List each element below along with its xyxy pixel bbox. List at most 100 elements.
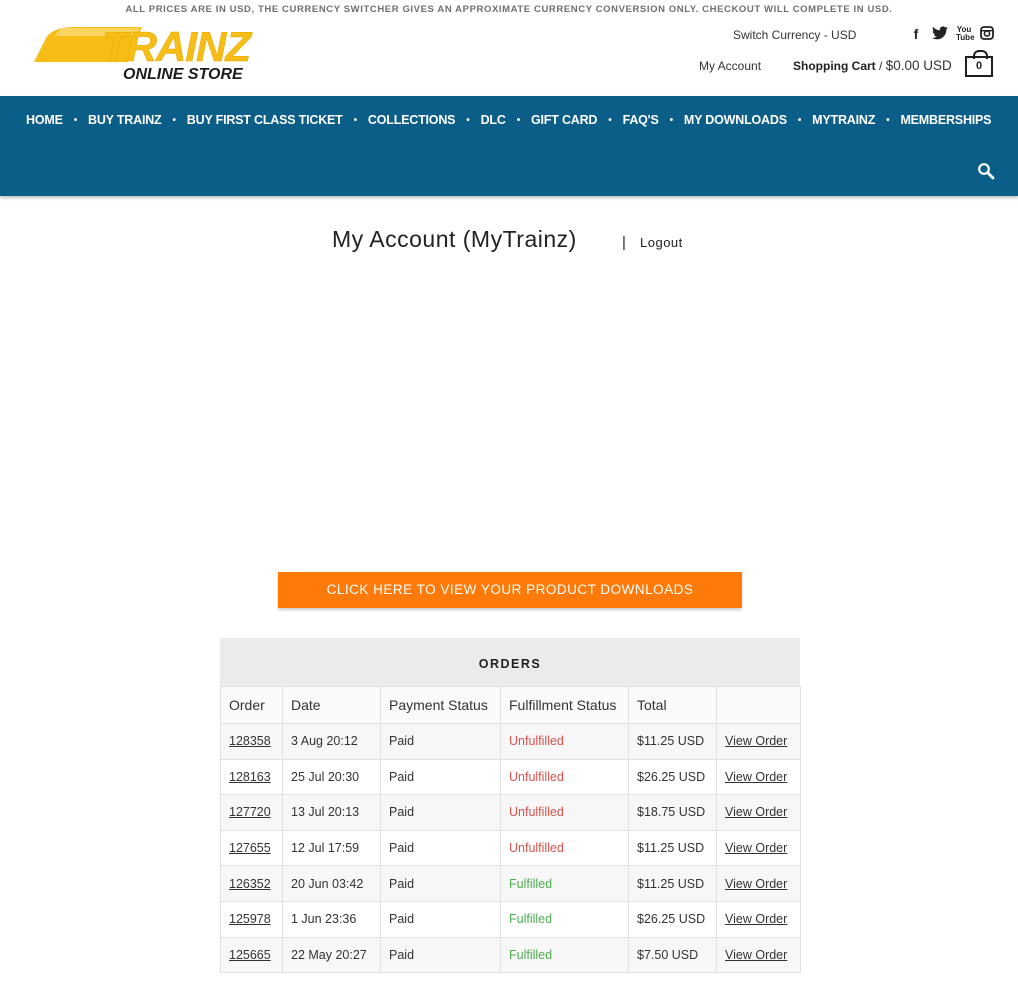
order-date: 3 Aug 20:12 [282, 723, 381, 760]
payment-status: Paid [380, 900, 501, 938]
nav-item-collections[interactable]: COLLECTIONS • [368, 113, 481, 127]
order-number-cell: 126352 [220, 865, 283, 902]
cart-amount: $0.00 USD [885, 58, 952, 73]
nav-separator: • [516, 114, 521, 126]
order-number-cell: 128358 [220, 723, 283, 760]
view-order-link[interactable]: View Order [725, 912, 787, 926]
view-order-link[interactable]: View Order [725, 948, 787, 962]
view-order-link[interactable]: View Order [725, 877, 787, 891]
nav-item-memberships[interactable]: MEMBERSHIPS [900, 113, 991, 127]
nav-item-gift-card[interactable]: GIFT CARD • [531, 113, 623, 127]
order-number-link[interactable]: 127655 [229, 841, 271, 855]
table-row: 125978 1 Jun 23:36 Paid Fulfilled $26.25 USD… [220, 900, 801, 938]
page-title: My Account (MyTrainz) [332, 226, 577, 252]
view-downloads-button[interactable]: CLICK HERE TO VIEW YOUR PRODUCT DOWNLOAD… [278, 572, 742, 608]
view-order-cell: View Order [716, 865, 801, 902]
nav-separator: • [73, 114, 78, 126]
order-number-link[interactable]: 125978 [229, 912, 271, 926]
currency-notice: ALL PRICES ARE IN USD, THE CURRENCY SWIT… [125, 4, 893, 15]
table-row: 128163 25 Jul 20:30 Paid Unfulfilled $26.25 … [220, 758, 801, 796]
payment-status: Paid [380, 829, 501, 867]
order-number-cell: 127720 [220, 794, 283, 831]
view-order-cell: View Order [716, 758, 801, 796]
order-number-cell: 127655 [220, 829, 283, 867]
order-number-link[interactable]: 128358 [229, 734, 271, 748]
nav-item-label: HOME [26, 113, 63, 127]
order-number-link[interactable]: 126352 [229, 877, 271, 891]
order-number-cell: 125978 [220, 900, 283, 938]
nav-separator: • [466, 114, 470, 126]
nav-item-buy-first-class-ticket[interactable]: BUY FIRST CLASS TICKET • [187, 113, 368, 127]
col-header-order: Order [220, 686, 283, 724]
nav-item-mytrainz[interactable]: MYTRAINZ • [812, 113, 900, 127]
nav-item-label: DLC [480, 113, 506, 127]
view-order-link[interactable]: View Order [725, 734, 787, 748]
nav-separator: • [353, 114, 358, 126]
col-header-total: Total [628, 686, 717, 724]
nav-item-dlc[interactable]: DLC • [481, 113, 531, 127]
orders-panel: ORDERS Order Date Payment Status Fulfill… [220, 638, 801, 974]
order-total: $26.25 USD [628, 900, 717, 938]
nav-separator: • [669, 114, 674, 126]
orders-body: 128358 3 Aug 20:12 Paid Unfulfilled $11.25 U… [220, 723, 801, 974]
logo-brand-text: TRAINZ [102, 23, 251, 71]
order-total: $11.25 USD [628, 723, 717, 760]
nav-list: HOME • BUY TRAINZ • BUY FIRST CLASS TICKET • C… [26, 113, 992, 127]
my-account-link[interactable]: My Account [699, 59, 761, 73]
order-date: 12 Jul 17:59 [282, 829, 381, 867]
order-number-cell: 125665 [220, 936, 283, 974]
order-number-link[interactable]: 127720 [229, 805, 271, 819]
title-separator: | [622, 234, 626, 251]
nav-separator: • [886, 114, 890, 126]
order-date: 20 Jun 03:42 [282, 865, 381, 902]
fulfillment-status: Unfulfilled [500, 723, 629, 760]
table-row: 127655 12 Jul 17:59 Paid Unfulfilled $11.25 … [220, 829, 801, 867]
nav-separator: • [608, 114, 612, 126]
view-order-cell: View Order [716, 829, 801, 867]
order-total: $18.75 USD [628, 794, 717, 831]
order-total: $11.25 USD [628, 865, 717, 902]
facebook-icon[interactable]: f [908, 26, 924, 42]
switch-currency-link[interactable]: Switch Currency - USD [733, 28, 856, 42]
cart-icon[interactable]: 0 [965, 50, 993, 77]
payment-status: Paid [380, 936, 501, 974]
logout-link[interactable]: Logout [640, 235, 683, 250]
social-links: f You Tube [908, 25, 996, 43]
youtube-icon[interactable]: You Tube [956, 26, 975, 42]
search-icon[interactable] [977, 162, 995, 180]
table-row: 126352 20 Jun 03:42 Paid Fulfilled $11.25 US… [220, 865, 801, 902]
table-row: 127720 13 Jul 20:13 Paid Unfulfilled $18.75 … [220, 794, 801, 831]
order-total: $26.25 USD [628, 758, 717, 796]
logo-sub-text: ONLINE STORE [123, 66, 243, 83]
payment-status: Paid [380, 794, 501, 831]
main-navigation: HOME • BUY TRAINZ • BUY FIRST CLASS TICKET • C… [0, 96, 1018, 196]
order-date: 25 Jul 20:30 [282, 758, 381, 796]
view-order-cell: View Order [716, 936, 801, 974]
nav-item-home[interactable]: HOME • [26, 113, 88, 127]
nav-item-label: BUY TRAINZ [88, 113, 162, 127]
order-number-link[interactable]: 125665 [229, 948, 271, 962]
col-header-payment: Payment Status [380, 686, 501, 724]
nav-item-buy-trainz[interactable]: BUY TRAINZ • [88, 113, 187, 127]
nav-item-label: BUY FIRST CLASS TICKET [186, 113, 343, 127]
payment-status: Paid [380, 723, 501, 760]
view-order-cell: View Order [716, 794, 801, 831]
trainz-logo[interactable]: TRAINZ ONLINE STORE [32, 23, 251, 86]
nav-item-faq-s[interactable]: FAQ'S • [623, 113, 684, 127]
nav-separator: • [172, 114, 176, 126]
order-date: 1 Jun 23:36 [282, 900, 381, 938]
view-order-link[interactable]: View Order [725, 841, 787, 855]
nav-separator: • [797, 114, 802, 126]
fulfillment-status: Fulfilled [500, 900, 629, 938]
shopping-cart-link[interactable]: Shopping Cart / $0.00 USD [793, 58, 952, 73]
nav-item-label: FAQ'S [622, 113, 659, 127]
instagram-icon[interactable] [980, 26, 996, 42]
view-order-link[interactable]: View Order [725, 770, 787, 784]
order-number-link[interactable]: 128163 [229, 770, 271, 784]
view-order-link[interactable]: View Order [725, 805, 787, 819]
order-total: $11.25 USD [628, 829, 717, 867]
cart-separator: / [875, 59, 886, 73]
nav-item-label: GIFT CARD [531, 113, 598, 127]
nav-item-my-downloads[interactable]: MY DOWNLOADS • [684, 113, 812, 127]
twitter-icon[interactable] [932, 26, 948, 42]
